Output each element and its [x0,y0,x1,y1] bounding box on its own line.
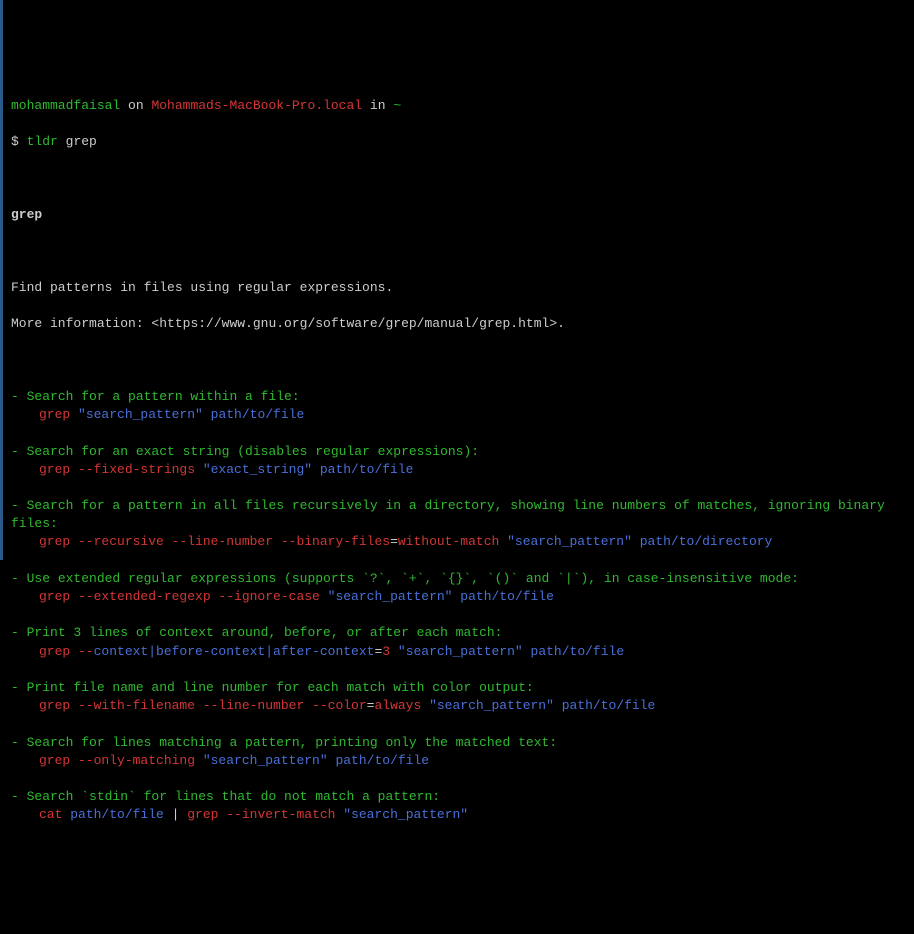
prompt-host: Mohammads-MacBook-Pro.local [151,98,362,113]
bullet-dash: - [11,571,27,586]
example-heading-text: Print 3 lines of context around, before,… [27,625,503,640]
prompt-on: on [128,98,144,113]
prompt-in: in [370,98,386,113]
cmd-token: without-match [398,534,507,549]
example-heading-text: Search for an exact string (disables reg… [27,444,479,459]
example-heading-text: Search for a pattern in all files recurs… [11,498,893,531]
cmd-token: "exact_string" [203,462,312,477]
bullet-dash: - [11,498,27,513]
cmd-token: = [390,534,398,549]
example-command: grep --only-matching "search_pattern" pa… [11,752,906,770]
example-command: grep --fixed-strings "exact_string" path… [11,461,906,479]
cmd-token: path/to/file [328,753,429,768]
cmd-token: context|before-context|after-context [94,644,375,659]
cmd-token: always [374,698,429,713]
example-command: grep --extended-regexp --ignore-case "se… [11,588,906,606]
example-heading-text: Search `stdin` for lines that do not mat… [27,789,440,804]
prompt-ps1: $ [11,134,19,149]
example-heading: - Print file name and line number for ea… [11,679,906,697]
example-heading: - Search for lines matching a pattern, p… [11,734,906,752]
prompt-path: ~ [393,98,401,113]
cmd-token: "search_pattern" [203,753,328,768]
cmd-token: grep --invert-match [187,807,343,822]
more-info-url: https://www.gnu.org/software/grep/manual… [159,316,549,331]
cmd-token: 3 [382,644,398,659]
cmd-tldr: tldr [27,134,58,149]
example-heading-text: Print file name and line number for each… [27,680,534,695]
example-command: cat path/to/file | grep --invert-match "… [11,806,906,824]
bullet-dash: - [11,735,27,750]
example-heading-text: Search for lines matching a pattern, pri… [27,735,558,750]
cmd-token: "search_pattern" [429,698,554,713]
cmd-token: grep --with-filename --line-number --col… [39,698,367,713]
cmd-token: grep -- [39,644,94,659]
page-title: grep [11,206,906,224]
example-command: grep "search_pattern" path/to/file [11,406,906,424]
cmd-token: = [374,644,382,659]
cmd-token: path/to/file [523,644,624,659]
description-line-2: More information: <https://www.gnu.org/s… [11,315,906,333]
command-line: $ tldr grep [11,133,906,151]
example-heading: - Search for an exact string (disables r… [11,443,906,461]
example-heading: - Search `stdin` for lines that do not m… [11,788,906,806]
description-line-1: Find patterns in files using regular exp… [11,279,906,297]
cmd-token: grep --only-matching [39,753,203,768]
bullet-dash: - [11,625,27,640]
cmd-token: path/to/file [203,407,304,422]
cmd-token: cat [39,807,70,822]
example-heading: - Search for a pattern within a file: [11,388,906,406]
cmd-token: path/to/directory [632,534,772,549]
cmd-token: path/to/file [554,698,655,713]
terminal-output[interactable]: mohammadfaisal on Mohammads-MacBook-Pro.… [11,79,906,843]
cmd-token: "search_pattern" [507,534,632,549]
cmd-token: "search_pattern" [328,589,453,604]
example-command: grep --recursive --line-number --binary-… [11,533,906,551]
example-heading-text: Use extended regular expressions (suppor… [27,571,799,586]
example-heading-text: Search for a pattern within a file: [27,389,300,404]
bullet-dash: - [11,789,27,804]
cmd-token: path/to/file [312,462,413,477]
example-command: grep --context|before-context|after-cont… [11,643,906,661]
cmd-token: grep --fixed-strings [39,462,203,477]
bullet-dash: - [11,680,27,695]
bullet-dash: - [11,389,27,404]
prompt-line: mohammadfaisal on Mohammads-MacBook-Pro.… [11,97,906,115]
cmd-token: path/to/file [70,807,164,822]
example-command: grep --with-filename --line-number --col… [11,697,906,715]
cmd-token: path/to/file [452,589,553,604]
bullet-dash: - [11,444,27,459]
cmd-token: "search_pattern" [398,644,523,659]
cmd-token: grep --extended-regexp --ignore-case [39,589,328,604]
cmd-token: grep [39,407,78,422]
cmd-token: = [367,698,375,713]
cmd-token: "search_pattern" [343,807,468,822]
example-heading: - Search for a pattern in all files recu… [11,497,906,533]
cmd-arg: grep [66,134,97,149]
example-heading: - Print 3 lines of context around, befor… [11,624,906,642]
example-heading: - Use extended regular expressions (supp… [11,570,906,588]
prompt-user: mohammadfaisal [11,98,120,113]
cmd-token: | [164,807,187,822]
cmd-token: grep --recursive --line-number --binary-… [39,534,390,549]
examples-list: - Search for a pattern within a file:gre… [11,388,906,825]
cmd-token: "search_pattern" [78,407,203,422]
